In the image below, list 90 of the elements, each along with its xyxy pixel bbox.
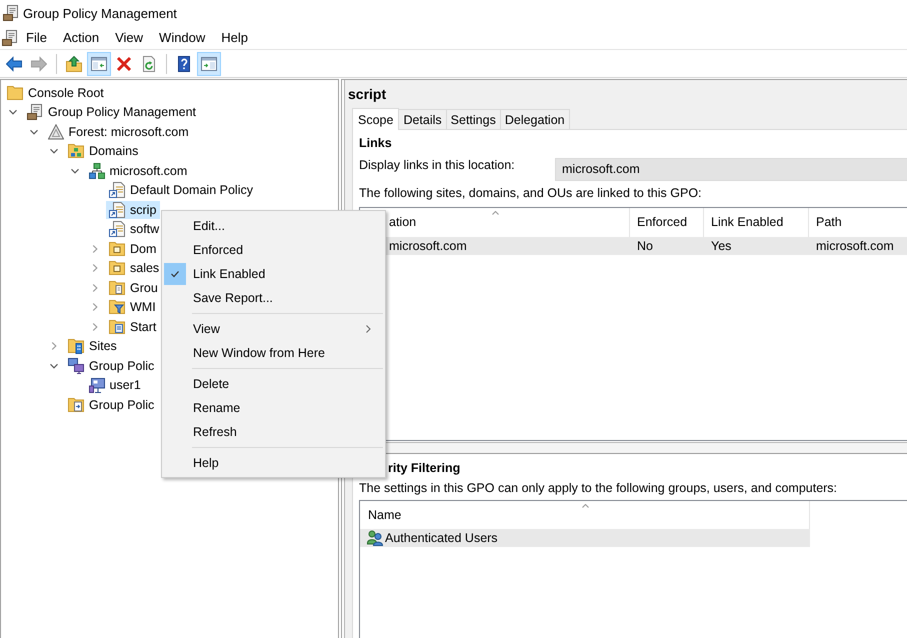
folder-document-icon: [109, 260, 125, 276]
document-shortcut-icon: [109, 221, 125, 238]
tree-item[interactable]: Sites: [65, 337, 121, 356]
tree-item[interactable]: Grou: [106, 278, 162, 297]
menubar-item[interactable]: Help: [213, 27, 256, 48]
menubar-item[interactable]: View: [107, 27, 152, 48]
tree-item[interactable]: Group Polic: [65, 356, 158, 375]
checkmark-icon: [164, 263, 186, 285]
chevron-right-icon[interactable]: [91, 303, 99, 312]
back-arrow-icon: [6, 56, 22, 72]
menu-item[interactable]: Link Enabled: [162, 262, 385, 286]
document-icon: [3, 5, 19, 21]
chevron-right-icon[interactable]: [50, 342, 58, 350]
chevron-down-icon[interactable]: [70, 166, 78, 175]
chevron-down-icon[interactable]: [50, 362, 58, 370]
users-icon: [367, 530, 383, 546]
tree-item[interactable]: microsoft.com: [86, 162, 192, 180]
menu-item[interactable]: Delete: [162, 372, 385, 396]
menu-item[interactable]: New Window from Here: [162, 341, 385, 365]
section-heading: Links: [359, 135, 393, 151]
table-cell-text: Yes: [710, 238, 732, 255]
triangle-icon: [48, 124, 64, 140]
tab[interactable]: Scope: [352, 108, 400, 130]
chevron-right-icon[interactable]: [91, 244, 99, 253]
folder-page-icon: [109, 280, 125, 296]
location-field[interactable]: microsoft.com: [555, 158, 907, 181]
chevron-right-icon[interactable]: [91, 284, 99, 292]
tree-item[interactable]: Dom: [106, 240, 160, 258]
tree-item[interactable]: Group Polic: [65, 396, 158, 414]
monitors-icon: [68, 358, 84, 374]
tree-item[interactable]: sales: [106, 259, 164, 278]
menu-item[interactable]: Rename: [162, 396, 385, 420]
chevron-down-icon[interactable]: [9, 108, 17, 116]
tree-item[interactable]: WMI: [106, 298, 160, 316]
window-title: Group Policy Management: [23, 6, 177, 20]
chevron-down-icon[interactable]: [50, 147, 58, 156]
show-tree-button[interactable]: [87, 52, 111, 76]
tab[interactable]: Settings: [446, 109, 501, 129]
document-icon[interactable]: [2, 30, 18, 46]
description-text: The settings in this GPO can only apply to the following groups, users, and computers:: [359, 481, 838, 495]
tree-item[interactable]: Start: [106, 318, 160, 336]
chevron-right-icon[interactable]: [91, 264, 99, 272]
document-shortcut-icon: [109, 182, 125, 198]
menu-item[interactable]: Refresh: [162, 420, 385, 444]
panel-right-icon: [201, 56, 217, 72]
monitor-icon: [88, 377, 104, 394]
field-label: Display links in this location:: [359, 158, 516, 174]
panel-left-icon: [91, 56, 107, 72]
chevron-right-icon: [366, 325, 371, 333]
document-shortcut-icon: [109, 202, 125, 218]
menu-item[interactable]: View: [162, 317, 385, 341]
section-heading: rity Filtering: [388, 460, 460, 476]
menubar-item[interactable]: Action: [54, 27, 108, 48]
menu-item[interactable]: Enforced: [162, 238, 385, 262]
tree-item[interactable]: Default Domain Policy: [106, 181, 257, 200]
folder-document-icon: [109, 240, 125, 257]
folder-building-icon: [68, 338, 84, 354]
menubar-item[interactable]: File: [18, 27, 55, 48]
folder-filter-icon: [109, 299, 125, 316]
chevron-right-icon[interactable]: [91, 322, 99, 331]
details-title: script: [347, 85, 388, 104]
forward-arrow-icon: [31, 56, 47, 72]
tree-item[interactable]: scrip: [106, 200, 160, 219]
chevron-down-icon[interactable]: [30, 128, 38, 136]
list-item[interactable]: Authenticated Users: [360, 529, 810, 547]
tab[interactable]: Delegation: [500, 109, 570, 129]
menu-item[interactable]: Help: [162, 451, 385, 475]
delete-icon: [116, 56, 132, 72]
refresh-icon: [141, 56, 157, 72]
show-actions-button[interactable]: [197, 52, 221, 76]
menubar-item[interactable]: Window: [151, 27, 214, 48]
document-icon: [27, 104, 43, 120]
table-cell-text: microsoft.com: [388, 238, 468, 255]
tree-item[interactable]: Console Root: [4, 84, 108, 102]
folder-sheet-icon: [109, 318, 125, 335]
tree-item[interactable]: Domains: [65, 142, 142, 160]
tree-item[interactable]: user1: [86, 376, 145, 394]
help-icon: [176, 56, 192, 72]
table-cell-text: microsoft.com: [815, 238, 895, 255]
tree-item[interactable]: softw: [106, 220, 164, 238]
tree-item[interactable]: Group Policy Management: [24, 103, 200, 122]
network-blocks-icon: [88, 162, 104, 179]
folder-up-arrow-icon: [66, 56, 82, 72]
folder-report-icon: [68, 396, 84, 413]
menu-item[interactable]: Save Report...: [162, 286, 385, 310]
folder-blocks-icon: [68, 143, 84, 160]
tree-item[interactable]: Forest: microsoft.com: [44, 122, 193, 141]
description-text: The following sites, domains, and OUs are linked to this GPO:: [359, 186, 703, 200]
table-cell-text: No: [636, 238, 654, 255]
folder-icon: [7, 84, 23, 101]
